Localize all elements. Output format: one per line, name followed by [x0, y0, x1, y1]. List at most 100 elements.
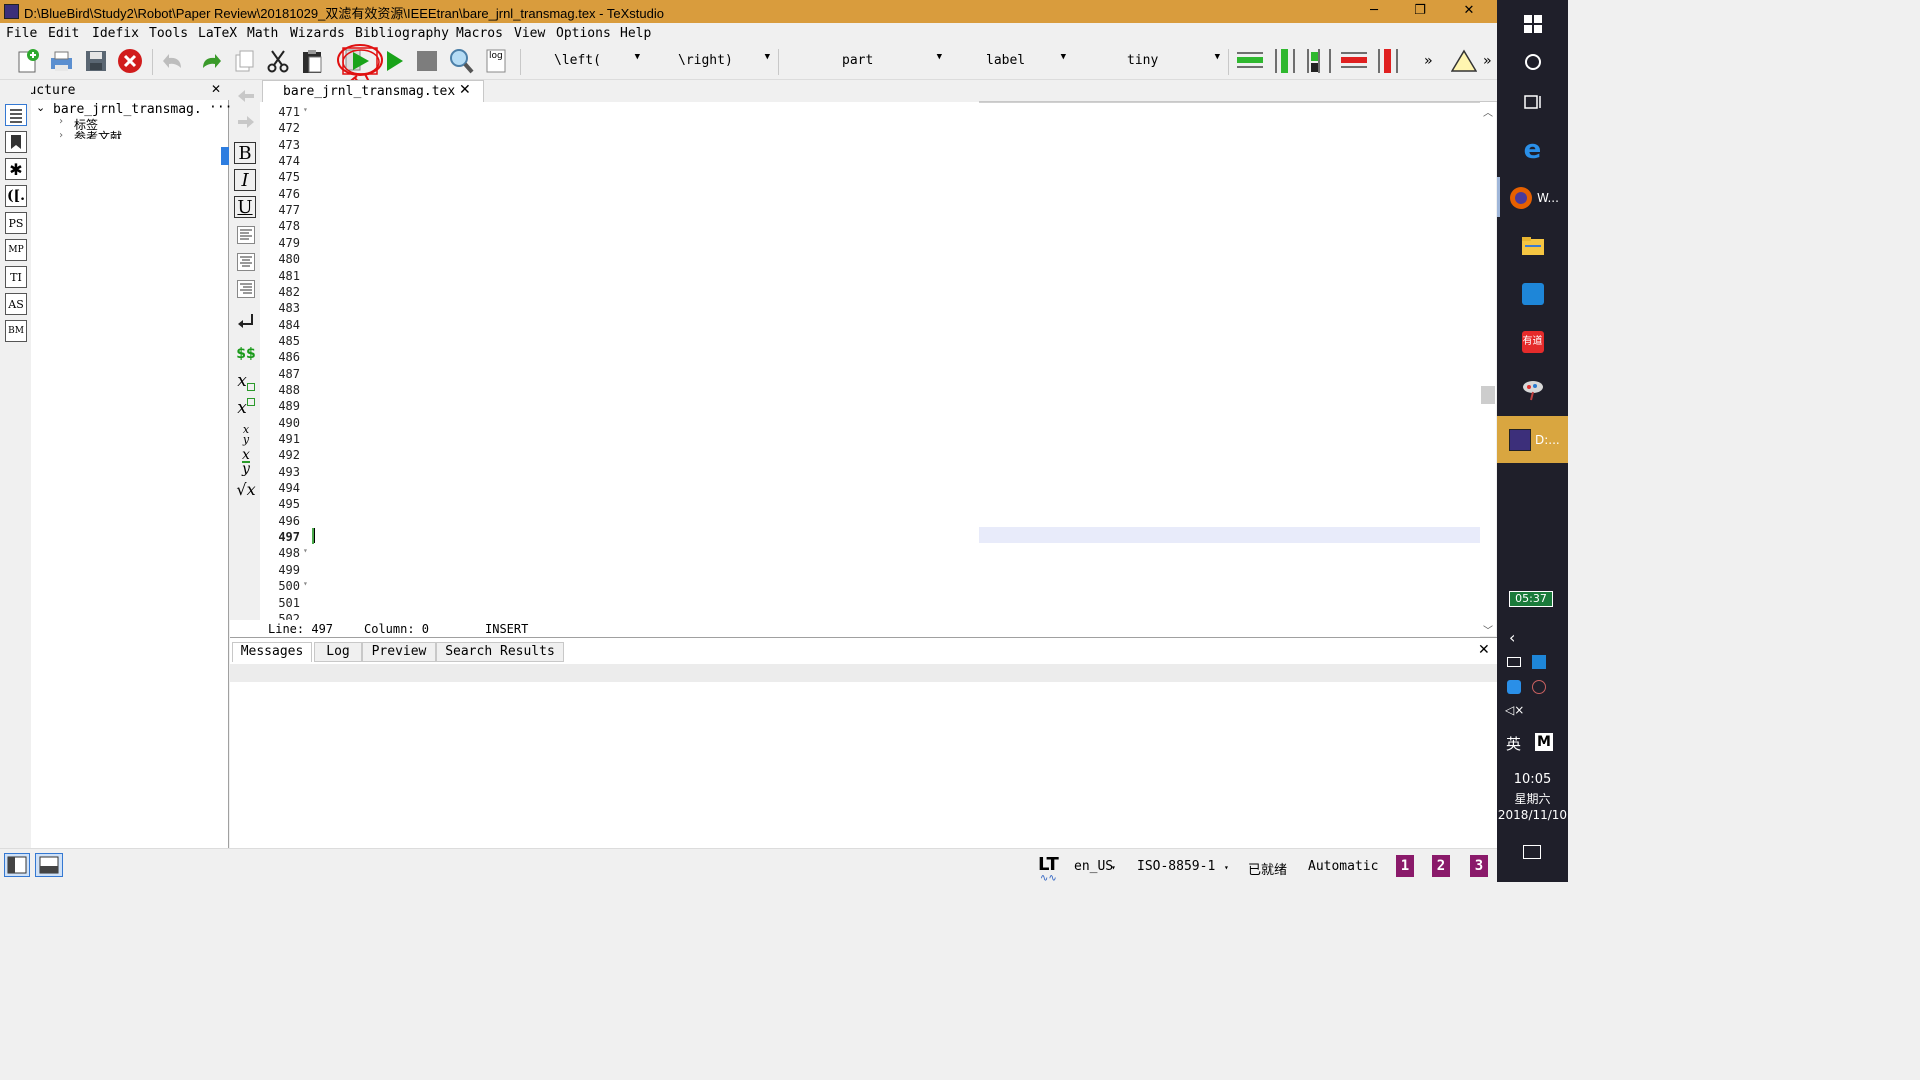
stop-button[interactable]: [413, 47, 441, 75]
line-number[interactable]: 484: [260, 318, 300, 332]
align-right-icon[interactable]: [234, 277, 258, 301]
encoding[interactable]: ISO-8859-1: [1137, 859, 1215, 874]
ime-language[interactable]: 英: [1506, 733, 1521, 754]
scroll-up-icon[interactable]: ︿: [1483, 104, 1493, 119]
italic-button[interactable]: I: [234, 169, 256, 191]
newline-icon[interactable]: [234, 309, 258, 333]
line-number[interactable]: 474: [260, 154, 300, 168]
back-arrow-icon[interactable]: [234, 84, 258, 108]
brackets-icon[interactable]: ([.: [5, 185, 27, 207]
fold-marker-icon[interactable]: ▾: [303, 546, 308, 555]
tray-expand-chevron-icon[interactable]: ‹: [1509, 628, 1515, 647]
line-number[interactable]: 496: [260, 514, 300, 528]
tab-log[interactable]: Log: [314, 642, 362, 662]
subscript-button[interactable]: x: [234, 369, 258, 393]
task-view-icon[interactable]: [1497, 78, 1568, 126]
font-size-combo[interactable]: tiny ▼: [1076, 49, 1224, 73]
line-number[interactable]: 481: [260, 269, 300, 283]
right-delimiter-combo[interactable]: \right) ▼: [650, 49, 774, 73]
chevron-down-icon[interactable]: ⌄: [36, 101, 45, 114]
clock-time[interactable]: 10:05: [1497, 772, 1568, 787]
new-file-button[interactable]: [14, 47, 42, 75]
bookmark-2-icon[interactable]: 2: [1432, 855, 1450, 877]
redo-button[interactable]: [196, 47, 224, 75]
table-remove-row-button[interactable]: [1340, 47, 1368, 75]
languagetool-icon[interactable]: LT: [1038, 854, 1059, 875]
scrollbar-thumb[interactable]: [1481, 386, 1495, 404]
line-number[interactable]: 488: [260, 383, 300, 397]
forward-arrow-icon[interactable]: [234, 110, 258, 134]
sqrt-button[interactable]: √x: [234, 477, 258, 501]
line-number[interactable]: 498: [260, 546, 300, 560]
battery-indicator[interactable]: 05:37: [1509, 591, 1553, 607]
line-number[interactable]: 482: [260, 285, 300, 299]
toggle-structure-button[interactable]: [4, 853, 30, 877]
tab-messages[interactable]: Messages: [232, 642, 312, 662]
line-number[interactable]: 486: [260, 350, 300, 364]
table-add-column-button[interactable]: [1271, 47, 1299, 75]
toolbar-overflow-button[interactable]: »: [1424, 53, 1432, 69]
math-mode-button[interactable]: $$: [234, 342, 258, 366]
table-remove-column-button[interactable]: [1374, 47, 1402, 75]
volume-muted-icon[interactable]: ◁×: [1505, 703, 1524, 717]
line-number[interactable]: 490: [260, 416, 300, 430]
menu-latex[interactable]: LaTeX: [198, 26, 237, 41]
close-document-button[interactable]: [116, 47, 144, 75]
line-number[interactable]: 479: [260, 236, 300, 250]
line-number[interactable]: 478: [260, 219, 300, 233]
scroll-down-icon[interactable]: ﹀: [1483, 622, 1493, 637]
clock-date[interactable]: 2018/11/10: [1497, 808, 1568, 822]
line-number[interactable]: 501: [260, 596, 300, 610]
underline-button[interactable]: U: [234, 196, 256, 218]
cut-button[interactable]: [264, 47, 292, 75]
line-number[interactable]: 489: [260, 399, 300, 413]
line-number[interactable]: 476: [260, 187, 300, 201]
firefox-icon[interactable]: W...: [1497, 174, 1568, 222]
metapost-icon[interactable]: MP: [5, 239, 27, 261]
paste-button[interactable]: [298, 47, 326, 75]
maximize-button[interactable]: ❐: [1397, 0, 1443, 23]
fold-marker-icon[interactable]: ▾: [303, 579, 308, 588]
table-add-row-button[interactable]: [1236, 47, 1264, 75]
align-left-icon[interactable]: [234, 223, 258, 247]
highlight-mode[interactable]: Automatic: [1308, 859, 1378, 874]
line-number[interactable]: 473: [260, 138, 300, 152]
bm-icon[interactable]: BM: [5, 320, 27, 342]
chevron-right-icon[interactable]: ›: [58, 116, 64, 127]
menu-math[interactable]: Math: [247, 26, 278, 41]
line-number[interactable]: 487: [260, 367, 300, 381]
left-delimiter-combo[interactable]: \left( ▼: [528, 49, 644, 73]
menu-macros[interactable]: Macros: [456, 26, 503, 41]
fold-marker-icon[interactable]: ▾: [303, 105, 308, 114]
chevron-right-icon[interactable]: ›: [58, 130, 64, 141]
texstudio-icon[interactable]: D:...: [1497, 416, 1568, 464]
toggle-messages-button[interactable]: [35, 853, 63, 877]
line-number[interactable]: 502: [260, 612, 300, 620]
align-center-icon[interactable]: [234, 250, 258, 274]
dfrac-button[interactable]: xy: [234, 448, 258, 476]
tray-battery-icon[interactable]: [1507, 657, 1521, 667]
photos-icon[interactable]: [1497, 270, 1568, 318]
menu-help[interactable]: Help: [620, 26, 651, 41]
line-number[interactable]: 480: [260, 252, 300, 266]
clock-day[interactable]: 星期六: [1497, 790, 1568, 807]
symbols-icon[interactable]: ✱: [5, 158, 27, 180]
tab-search-results[interactable]: Search Results: [436, 642, 564, 662]
sectioning-combo[interactable]: part ▼: [784, 49, 946, 73]
structure-icon[interactable]: [5, 104, 27, 126]
line-number[interactable]: 472: [260, 121, 300, 135]
spell-language[interactable]: en_US: [1074, 859, 1113, 874]
edge-icon[interactable]: e: [1497, 126, 1568, 174]
ime-mode-icon[interactable]: M: [1535, 733, 1553, 751]
menu-edit[interactable]: Edit: [48, 26, 79, 41]
asymptote-icon[interactable]: AS: [5, 293, 27, 315]
reference-combo[interactable]: label ▼: [952, 49, 1070, 73]
tray-network-icon[interactable]: [1532, 680, 1546, 694]
view-log-button[interactable]: log: [482, 47, 510, 75]
line-number[interactable]: 471: [260, 105, 300, 119]
code-editor[interactable]: [314, 102, 1480, 620]
line-number[interactable]: 477: [260, 203, 300, 217]
bold-button[interactable]: B: [234, 142, 256, 164]
tikz-icon[interactable]: TI: [5, 266, 27, 288]
save-button[interactable]: [82, 47, 110, 75]
